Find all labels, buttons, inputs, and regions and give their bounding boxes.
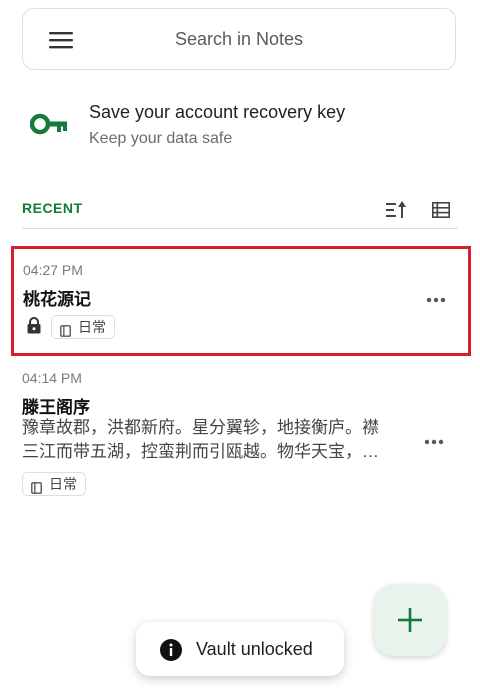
more-horizontal-icon[interactable] bbox=[424, 429, 444, 450]
new-note-button[interactable] bbox=[374, 584, 446, 656]
plus-icon bbox=[398, 608, 422, 637]
sort-icon[interactable] bbox=[386, 200, 408, 225]
banner-title: Save your account recovery key bbox=[89, 102, 346, 122]
banner-subtitle: Keep your data safe bbox=[89, 130, 233, 147]
list-view-icon[interactable] bbox=[432, 202, 450, 223]
lock-icon bbox=[27, 317, 41, 339]
note-preview-line: 三江而带五湖，控蛮荆而引瓯越。物华天宝，… bbox=[22, 442, 379, 461]
search-bar[interactable]: Search in Notes bbox=[22, 8, 456, 70]
recovery-key-banner[interactable]: Save your account recovery key Keep your… bbox=[0, 92, 480, 160]
recent-section-header: RECENT bbox=[22, 200, 83, 216]
tag-label: 日常 bbox=[49, 476, 77, 492]
note-preview-line: 豫章故郡，洪都新府。星分翼轸，地接衡庐。襟 bbox=[22, 418, 379, 437]
note-title: 滕王阁序 bbox=[22, 398, 90, 417]
note-time: 04:14 PM bbox=[22, 370, 82, 386]
tag-chip[interactable]: 日常 bbox=[51, 315, 115, 339]
header-divider bbox=[22, 228, 458, 229]
info-icon bbox=[160, 639, 182, 666]
tag-label: 日常 bbox=[78, 319, 106, 335]
note-card[interactable]: 04:27 PM 桃花源记 日常 bbox=[11, 246, 471, 356]
tag-chip[interactable]: 日常 bbox=[22, 472, 86, 496]
note-preview: 豫章故郡，洪都新府。星分翼轸，地接衡庐。襟 三江而带五湖，控蛮荆而引瓯越。物华天… bbox=[22, 416, 410, 464]
note-time: 04:27 PM bbox=[23, 262, 83, 278]
book-icon bbox=[60, 321, 71, 343]
note-title: 桃花源记 bbox=[23, 290, 91, 309]
book-icon bbox=[31, 478, 42, 500]
search-input[interactable]: Search in Notes bbox=[23, 29, 455, 50]
more-horizontal-icon[interactable] bbox=[426, 287, 446, 308]
toast: Vault unlocked bbox=[136, 622, 344, 676]
key-icon bbox=[29, 112, 68, 141]
toast-text: Vault unlocked bbox=[196, 639, 313, 659]
